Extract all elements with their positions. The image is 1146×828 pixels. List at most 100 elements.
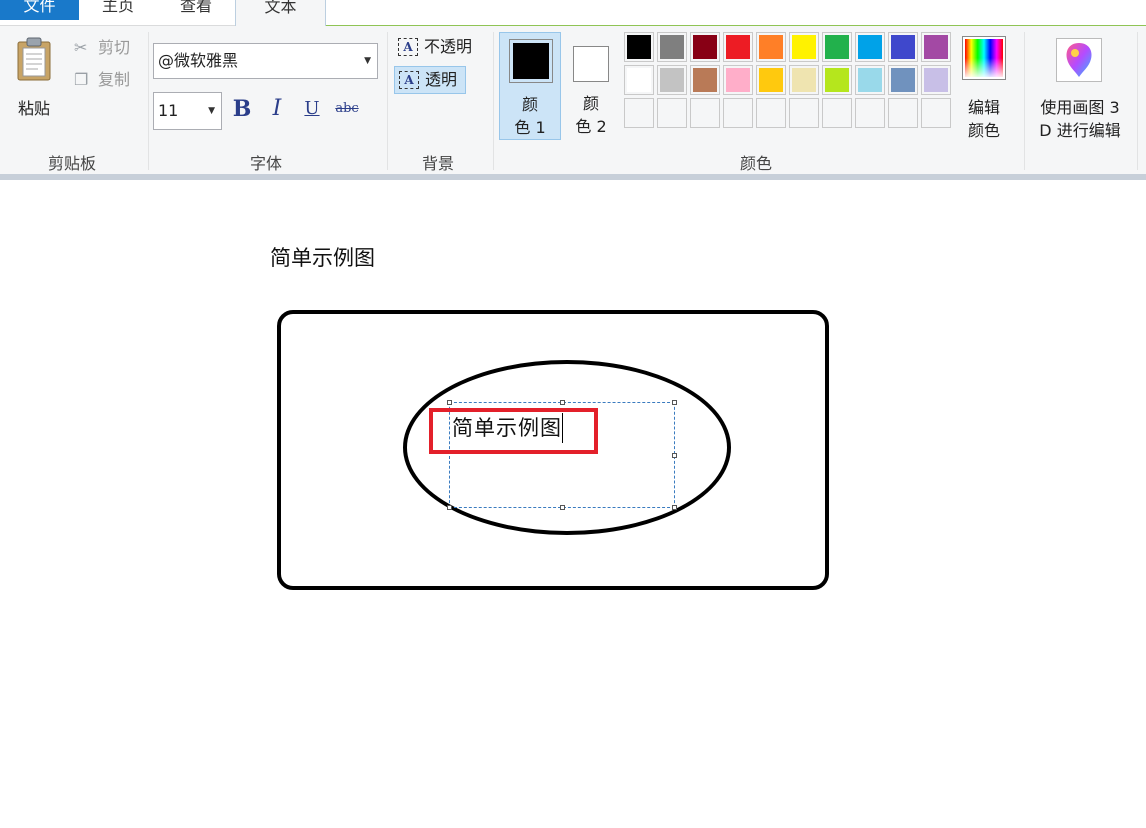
copy-icon: ❐ [74,70,89,89]
palette-color-fill [924,35,948,59]
palette-color-fill [825,35,849,59]
palette-color-fill [759,68,783,92]
palette-color-swatch[interactable] [723,32,753,62]
transparent-option[interactable]: A 透明 [394,66,466,94]
resize-handle[interactable] [560,505,565,510]
color1-button[interactable]: 颜 色 1 [499,32,561,140]
palette-color-fill [627,68,651,92]
palette-custom-slot[interactable] [822,98,852,128]
palette-custom-slot[interactable] [789,98,819,128]
color1-label-line1: 颜 [521,95,538,114]
ribbon: 粘贴 ✂ 剪切 ❐ 复制 剪贴板 @微软雅黑 ▼ 11 ▼ B I U abc … [0,26,1146,176]
palette-color-swatch[interactable] [789,32,819,62]
resize-handle[interactable] [447,505,452,510]
text-a-icon: A [399,71,419,89]
palette-custom-slot[interactable] [624,98,654,128]
palette-color-fill [858,68,882,92]
color1-label-line2: 色 1 [514,118,546,137]
font-size-select[interactable]: 11 ▼ [153,92,222,130]
clipboard-icon [17,37,51,81]
group-separator [1137,32,1138,170]
tab-home[interactable]: 主页 [79,0,157,20]
palette-color-swatch[interactable] [624,65,654,95]
palette-color-swatch[interactable] [624,32,654,62]
cut-button[interactable]: ✂ 剪切 [72,37,142,59]
drawing-canvas[interactable]: 简单示例图 简单示例图 [0,180,1146,828]
palette-color-fill [825,68,849,92]
palette-color-swatch[interactable] [756,65,786,95]
resize-handle[interactable] [560,400,565,405]
palette-color-swatch[interactable] [888,32,918,62]
palette-color-fill [627,35,651,59]
resize-handle[interactable] [447,400,452,405]
palette-color-swatch[interactable] [921,65,951,95]
palette-custom-slot[interactable] [888,98,918,128]
edit-with-paint3d-button[interactable]: 使用画图 3 D 进行编辑 [1030,34,1134,140]
palette-color-swatch[interactable] [756,32,786,62]
resize-handle[interactable] [672,505,677,510]
color2-swatch [573,46,609,82]
transparent-label: 透明 [425,70,458,89]
palette-color-fill [792,68,816,92]
scissors-icon: ✂ [74,38,88,57]
group-separator [1024,32,1025,170]
tab-file[interactable]: 文件 [0,0,79,20]
copy-button[interactable]: ❐ 复制 [72,69,142,91]
strikethrough-button[interactable]: abc [333,96,361,122]
font-group-label: 字体 [249,154,282,173]
tab-text[interactable]: 文本 [235,0,326,26]
palette-color-fill [726,68,750,92]
edit-colors-line2: 颜色 [967,121,1000,140]
palette-custom-slot[interactable] [921,98,951,128]
palette-color-swatch[interactable] [855,32,885,62]
palette-color-swatch[interactable] [855,65,885,95]
paste-label: 粘贴 [17,99,50,118]
palette-color-swatch[interactable] [690,32,720,62]
bold-button[interactable]: B [229,96,255,122]
palette-color-fill [891,68,915,92]
edit-colors-button[interactable]: 编辑 颜色 [957,34,1011,140]
palette-color-fill [924,68,948,92]
palette-color-swatch[interactable] [657,65,687,95]
palette-color-swatch[interactable] [921,32,951,62]
paint3d-line2: D 进行编辑 [1039,121,1121,140]
palette-color-swatch[interactable] [723,65,753,95]
palette-color-swatch[interactable] [822,65,852,95]
resize-handle[interactable] [672,453,677,458]
font-family-select[interactable]: @微软雅黑 ▼ [153,43,378,79]
paste-button[interactable]: 粘贴 [8,34,60,118]
color2-label-line2: 色 2 [575,117,607,136]
ribbon-tabbar: 文件 主页 查看 文本 [0,0,1146,26]
opaque-label: 不透明 [424,37,473,56]
resize-handle[interactable] [672,400,677,405]
palette-color-swatch[interactable] [657,32,687,62]
colors-group-label: 颜色 [739,154,772,173]
palette-color-fill [693,68,717,92]
color2-button[interactable]: 颜 色 2 [561,32,623,140]
palette-custom-slot[interactable] [723,98,753,128]
cut-label: 剪切 [98,38,131,57]
group-separator [387,32,388,170]
color2-label-line1: 颜 [582,94,599,113]
underline-button[interactable]: U [299,96,325,122]
opaque-option[interactable]: A 不透明 [394,34,514,62]
palette-color-fill [726,35,750,59]
text-a-icon: A [398,38,418,56]
text-box-content: 简单示例图 [452,416,562,440]
palette-color-swatch[interactable] [888,65,918,95]
italic-button[interactable]: I [264,96,290,122]
group-separator [148,32,149,170]
palette-custom-slot[interactable] [690,98,720,128]
copy-label: 复制 [98,70,131,89]
palette-color-swatch[interactable] [822,32,852,62]
paint3d-line1: 使用画图 3 [1040,98,1120,117]
palette-custom-slot[interactable] [855,98,885,128]
font-family-value: @微软雅黑 [158,51,239,70]
palette-color-swatch[interactable] [789,65,819,95]
tab-view[interactable]: 查看 [157,0,235,20]
color1-swatch [509,39,553,83]
palette-custom-slot[interactable] [756,98,786,128]
palette-color-swatch[interactable] [690,65,720,95]
palette-custom-slot[interactable] [657,98,687,128]
palette-color-fill [693,35,717,59]
